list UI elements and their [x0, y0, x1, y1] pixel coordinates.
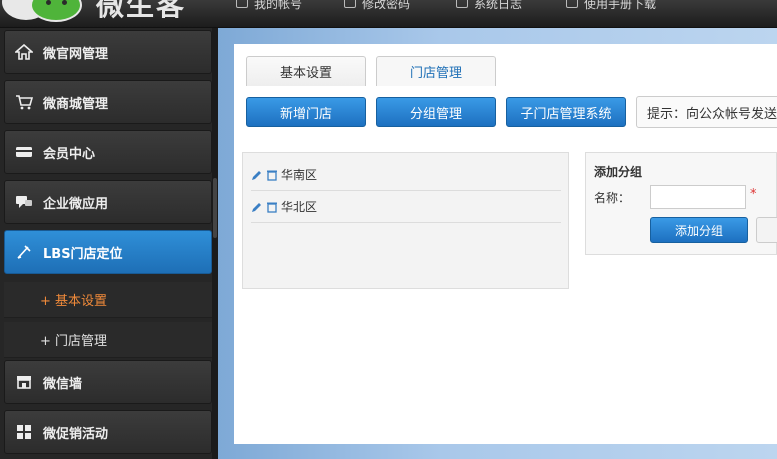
add-store-button[interactable]: 新增门店 — [246, 97, 366, 127]
secondary-button[interactable] — [756, 217, 777, 243]
tab-bar: 基本设置 门店管理 — [246, 56, 506, 86]
home-icon — [15, 44, 33, 60]
sidebar-sub-store-manage[interactable]: + 门店管理 — [4, 322, 212, 358]
add-group-button[interactable]: 添加分组 — [650, 217, 748, 243]
sidebar-item-label: 企业微应用 — [43, 196, 109, 212]
card-icon — [15, 144, 33, 160]
sidebar-item-promotion[interactable]: 微促销活动 — [4, 410, 212, 454]
sidebar-item-label: 微信墙 — [43, 376, 83, 392]
group-name: 华南区 — [281, 168, 318, 182]
list-item: 华北区 — [251, 191, 561, 223]
user-icon — [236, 0, 248, 8]
sidebar-sub-label: + 门店管理 — [40, 334, 108, 349]
sub-store-system-button[interactable]: 子门店管理系统 — [506, 97, 626, 127]
nav-label: 系统日志 — [474, 0, 523, 11]
grid-icon — [15, 424, 33, 440]
pin-icon — [15, 244, 33, 260]
cart-icon — [15, 94, 33, 110]
sidebar-item-website[interactable]: 微官网管理 — [4, 30, 212, 74]
edit-icon[interactable] — [251, 201, 263, 213]
document-icon — [566, 0, 579, 8]
top-bar: 微生客 我的帐号 修改密码 系统日志 使用手册下载 — [0, 0, 777, 28]
required-mark: * — [750, 187, 757, 202]
store-icon — [15, 374, 33, 390]
edit-icon[interactable] — [251, 169, 263, 181]
sidebar-item-lbs[interactable]: LBS门店定位 — [4, 230, 212, 274]
list-icon — [456, 0, 469, 8]
group-list: 华南区 华北区 — [242, 152, 569, 289]
list-item: 华南区 — [251, 159, 561, 191]
sidebar-item-member[interactable]: 会员中心 — [4, 130, 212, 174]
sidebar-item-label: 微商城管理 — [43, 96, 109, 112]
sidebar-item-label: 会员中心 — [43, 146, 96, 162]
sidebar-item-label: 微促销活动 — [43, 426, 109, 442]
nav-label: 使用手册下载 — [584, 0, 657, 11]
sidebar-item-label: 微官网管理 — [43, 46, 109, 62]
group-name-input[interactable] — [650, 185, 746, 209]
name-label: 名称： — [594, 191, 631, 205]
sidebar-item-enterprise-app[interactable]: 企业微应用 — [4, 180, 212, 224]
trash-icon[interactable] — [266, 169, 278, 181]
nav-label: 我的帐号 — [254, 0, 303, 11]
sidebar-item-label: LBS门店定位 — [43, 246, 123, 262]
content-panel: 基本设置 门店管理 新增门店 分组管理 子门店管理系统 提示：向公众帐号发送 华… — [234, 44, 777, 444]
nav-my-account[interactable]: 我的帐号 — [236, 0, 303, 11]
tip-text: 提示：向公众帐号发送 — [636, 96, 777, 128]
tab-store-manage[interactable]: 门店管理 — [376, 56, 496, 86]
add-group-heading: 添加分组 — [594, 165, 643, 179]
sidebar-sub-label: + 基本设置 — [40, 294, 108, 309]
sidebar: 微官网管理 微商城管理 会员中心 企业微应用 LBS门店定位 + 基本设置 + … — [0, 28, 218, 459]
sidebar-item-wall[interactable]: 微信墙 — [4, 360, 212, 404]
trash-icon[interactable] — [266, 201, 278, 213]
top-nav: 我的帐号 修改密码 系统日志 使用手册下载 — [236, 0, 657, 11]
sidebar-item-mall[interactable]: 微商城管理 — [4, 80, 212, 124]
main-area: 基本设置 门店管理 新增门店 分组管理 子门店管理系统 提示：向公众帐号发送 华… — [218, 28, 777, 459]
logo-wechat-icon — [30, 0, 82, 22]
tab-basic-settings[interactable]: 基本设置 — [246, 56, 366, 86]
add-group-form: 添加分组 名称： * 添加分组 — [585, 152, 777, 255]
logo: 微生客 — [0, 0, 220, 28]
edit-icon — [344, 0, 357, 8]
chat-icon — [15, 194, 33, 210]
app-title: 微生客 — [96, 0, 187, 22]
group-name: 华北区 — [281, 200, 318, 214]
nav-system-log[interactable]: 系统日志 — [456, 0, 523, 11]
sidebar-sub-basic-settings[interactable]: + 基本设置 — [4, 282, 212, 318]
action-bar: 新增门店 分组管理 子门店管理系统 提示：向公众帐号发送 — [246, 96, 777, 128]
group-manage-button[interactable]: 分组管理 — [376, 97, 496, 127]
nav-label: 修改密码 — [362, 0, 411, 11]
nav-manual-download[interactable]: 使用手册下载 — [566, 0, 657, 11]
nav-change-password[interactable]: 修改密码 — [344, 0, 411, 11]
